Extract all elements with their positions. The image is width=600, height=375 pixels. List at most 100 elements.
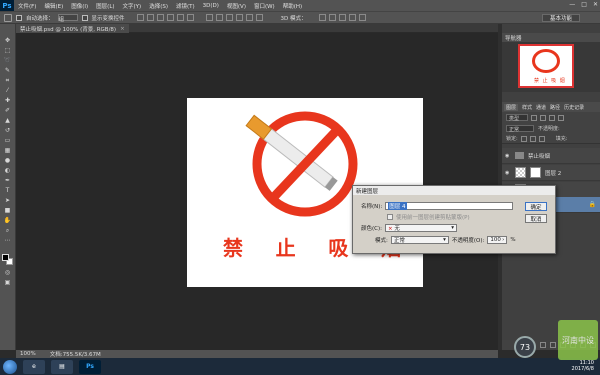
system-tray-clock[interactable]: 11:10 2017/6/8 bbox=[572, 360, 594, 372]
filter-type-icon[interactable] bbox=[549, 114, 555, 121]
lock-position-icon[interactable] bbox=[538, 135, 545, 142]
move-tool-icon[interactable]: ✥ bbox=[4, 38, 12, 44]
blend-mode-dropdown[interactable]: 正常 ▾ bbox=[390, 236, 449, 244]
layer-filter-select[interactable]: 类型 bbox=[506, 114, 528, 122]
distribute-left-icon[interactable] bbox=[235, 14, 243, 21]
menu-help[interactable]: 帮助(H) bbox=[279, 2, 306, 10]
align-vcenter-icon[interactable] bbox=[146, 14, 154, 21]
brush-tool-icon[interactable]: ✐ bbox=[4, 108, 12, 114]
zoom-tool-icon[interactable]: ⌕ bbox=[4, 228, 12, 234]
lock-pixels-icon[interactable] bbox=[529, 135, 536, 142]
3d-rotate-icon[interactable] bbox=[318, 14, 326, 21]
menu-type[interactable]: 文字(Y) bbox=[119, 2, 146, 10]
layer-row-group[interactable]: ◉ 禁止吸烟 bbox=[502, 148, 600, 164]
hand-tool-icon[interactable]: ✋ bbox=[4, 218, 12, 224]
speed-badge[interactable]: 73 bbox=[514, 336, 536, 358]
tab-layers[interactable]: 图层 bbox=[504, 103, 519, 111]
align-top-icon[interactable] bbox=[136, 14, 144, 21]
marquee-tool-icon[interactable]: ⬚ bbox=[4, 48, 12, 54]
menu-select[interactable]: 选择(S) bbox=[145, 2, 172, 10]
navigator-panel[interactable]: 禁 止 吸 烟 bbox=[502, 42, 600, 92]
stamp-tool-icon[interactable]: ▲ bbox=[4, 118, 12, 124]
maximize-icon[interactable]: □ bbox=[581, 1, 587, 8]
menu-layer[interactable]: 图层(L) bbox=[92, 2, 118, 10]
document-size[interactable]: 文档:755.5K/3.67M bbox=[50, 350, 101, 358]
ie-taskbar-icon[interactable]: e bbox=[23, 359, 45, 374]
tab-history[interactable]: 历史记录 bbox=[564, 104, 584, 111]
align-left-icon[interactable] bbox=[166, 14, 174, 21]
3d-slide-icon[interactable] bbox=[348, 14, 356, 21]
show-transform-checkbox[interactable] bbox=[81, 14, 88, 21]
add-style-icon[interactable] bbox=[550, 342, 556, 348]
screen-mode-icon[interactable]: ▣ bbox=[4, 280, 12, 286]
lasso-tool-icon[interactable]: ➰ bbox=[4, 58, 12, 64]
start-button-icon[interactable] bbox=[3, 359, 17, 374]
lock-transparency-icon[interactable] bbox=[520, 135, 527, 142]
color-swatches[interactable] bbox=[1, 254, 14, 266]
3d-roll-icon[interactable] bbox=[328, 14, 336, 21]
distribute-top-icon[interactable] bbox=[205, 14, 213, 21]
eyedropper-tool-icon[interactable]: ⁄ bbox=[4, 88, 12, 94]
menu-edit[interactable]: 编辑(E) bbox=[40, 2, 67, 10]
opacity-input[interactable]: 100 › bbox=[487, 236, 508, 244]
explorer-taskbar-icon[interactable]: ▤ bbox=[51, 359, 73, 374]
auto-select-checkbox[interactable] bbox=[16, 14, 22, 21]
distribute-hcenter-icon[interactable] bbox=[245, 14, 253, 21]
3d-scale-icon[interactable] bbox=[358, 14, 366, 21]
workspace-select[interactable]: 基本功能 bbox=[542, 14, 580, 22]
menu-view[interactable]: 视图(V) bbox=[223, 2, 250, 10]
document-tab[interactable]: 禁止吸烟.psd @ 100% (背景, RGB/8) × bbox=[16, 24, 129, 33]
menu-window[interactable]: 窗口(W) bbox=[250, 2, 279, 10]
photoshop-taskbar-icon[interactable]: Ps bbox=[79, 359, 101, 374]
dialog-title[interactable]: 新建图层 bbox=[353, 186, 555, 195]
distribute-bottom-icon[interactable] bbox=[225, 14, 233, 21]
distribute-vcenter-icon[interactable] bbox=[215, 14, 223, 21]
layer-color-select[interactable]: × 无 ▾ bbox=[385, 224, 457, 232]
align-bottom-icon[interactable] bbox=[156, 14, 164, 21]
cancel-button[interactable]: 取消 bbox=[525, 214, 547, 223]
blend-mode-select[interactable]: 正常 bbox=[506, 125, 534, 133]
menu-3d[interactable]: 3D(D) bbox=[199, 3, 223, 9]
quick-select-tool-icon[interactable]: ✎ bbox=[4, 68, 12, 74]
type-tool-icon[interactable]: T bbox=[4, 188, 12, 194]
filter-pixel-icon[interactable] bbox=[531, 114, 537, 121]
eye-icon[interactable]: ◉ bbox=[505, 153, 511, 159]
layer-row-layer2[interactable]: ◉ 图层 2 bbox=[502, 165, 600, 181]
dodge-tool-icon[interactable]: ◐ bbox=[4, 168, 12, 174]
menu-image[interactable]: 图像(I) bbox=[67, 2, 92, 10]
pen-tool-icon[interactable]: ✒ bbox=[4, 178, 12, 184]
foreground-color-swatch[interactable] bbox=[1, 254, 9, 261]
zoom-level[interactable]: 100% bbox=[20, 351, 36, 357]
align-hcenter-icon[interactable] bbox=[176, 14, 184, 21]
menu-filter[interactable]: 滤镜(T) bbox=[172, 2, 199, 10]
healing-tool-icon[interactable]: ✚ bbox=[4, 98, 12, 104]
filter-shape-icon[interactable] bbox=[558, 114, 564, 121]
menu-file[interactable]: 文件(F) bbox=[14, 2, 40, 10]
history-brush-icon[interactable]: ↺ bbox=[4, 128, 12, 134]
layer-name-input[interactable]: 图层 4 bbox=[385, 202, 514, 210]
gradient-tool-icon[interactable]: ▦ bbox=[4, 148, 12, 154]
tab-paths[interactable]: 路径 bbox=[550, 104, 560, 111]
navigator-thumbnail[interactable]: 禁 止 吸 烟 bbox=[518, 44, 574, 88]
tab-channels[interactable]: 通道 bbox=[536, 104, 546, 111]
distribute-right-icon[interactable] bbox=[255, 14, 263, 21]
path-select-tool-icon[interactable]: ➤ bbox=[4, 198, 12, 204]
auto-select-dropdown[interactable]: 组 bbox=[57, 14, 78, 23]
ok-button[interactable]: 确定 bbox=[525, 202, 547, 211]
filter-adjust-icon[interactable] bbox=[540, 114, 546, 121]
navigator-header[interactable]: 导航器 bbox=[502, 33, 600, 42]
quick-mask-icon[interactable]: ◎ bbox=[4, 270, 12, 276]
3d-drag-icon[interactable] bbox=[338, 14, 346, 21]
crop-tool-icon[interactable]: ⌗ bbox=[4, 78, 12, 84]
link-layers-icon[interactable] bbox=[540, 342, 546, 348]
tab-styles[interactable]: 样式 bbox=[522, 104, 532, 111]
clip-mask-checkbox[interactable] bbox=[387, 214, 393, 220]
edit-toolbar-icon[interactable]: ⋯ bbox=[4, 238, 12, 244]
move-tool-preset-icon[interactable] bbox=[4, 13, 12, 22]
eye-icon[interactable]: ◉ bbox=[505, 170, 511, 176]
shape-tool-icon[interactable]: ■ bbox=[4, 208, 12, 214]
minimize-icon[interactable]: — bbox=[569, 1, 575, 8]
tab-close-icon[interactable]: × bbox=[120, 26, 125, 32]
close-icon[interactable]: ✕ bbox=[593, 1, 598, 8]
eraser-tool-icon[interactable]: ▭ bbox=[4, 138, 12, 144]
